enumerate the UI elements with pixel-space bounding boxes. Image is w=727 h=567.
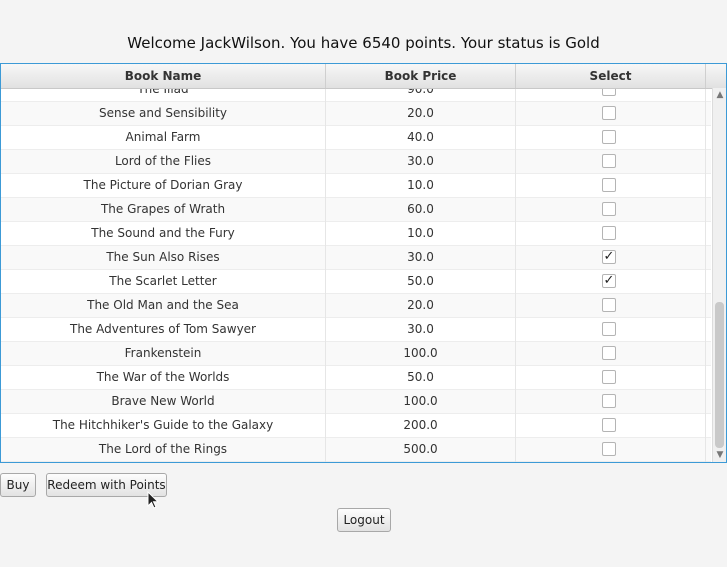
book-name-cell: The Old Man and the Sea — [1, 294, 326, 318]
book-name-cell: The Picture of Dorian Gray — [1, 174, 326, 198]
table-row[interactable]: The Adventures of Tom Sawyer 30.0 — [1, 318, 711, 342]
vertical-scrollbar[interactable]: ▲ ▼ — [712, 88, 726, 462]
select-cell — [516, 222, 706, 246]
select-checkbox[interactable]: ✓ — [602, 250, 616, 264]
select-cell — [516, 438, 706, 462]
select-checkbox[interactable] — [602, 322, 616, 336]
books-table: The Iliad 90.0 Sense and Sensibility 20.0 An… — [0, 63, 727, 463]
book-name-cell: The Adventures of Tom Sawyer — [1, 318, 326, 342]
select-cell — [516, 318, 706, 342]
select-cell — [516, 102, 706, 126]
select-checkbox[interactable] — [602, 346, 616, 360]
table-row[interactable]: The Scarlet Letter 50.0 ✓ — [1, 270, 711, 294]
table-row[interactable]: Lord of the Flies 30.0 — [1, 150, 711, 174]
table-row[interactable]: Brave New World 100.0 — [1, 390, 711, 414]
checkmark-icon: ✓ — [603, 249, 615, 264]
select-cell — [516, 390, 706, 414]
book-price-cell: 20.0 — [326, 294, 516, 318]
book-name-cell: Brave New World — [1, 390, 326, 414]
table-header: Book Name Book Price Select — [1, 64, 726, 89]
book-name-cell: Sense and Sensibility — [1, 102, 326, 126]
column-header-book-name[interactable]: Book Name — [1, 64, 326, 88]
scrollbar-thumb[interactable] — [715, 302, 724, 448]
select-checkbox[interactable]: ✓ — [602, 274, 616, 288]
select-cell — [516, 150, 706, 174]
select-checkbox[interactable] — [602, 226, 616, 240]
select-checkbox[interactable] — [602, 370, 616, 384]
book-price-cell: 10.0 — [326, 174, 516, 198]
select-cell — [516, 294, 706, 318]
book-price-cell: 30.0 — [326, 246, 516, 270]
table-row[interactable]: The War of the Worlds 50.0 — [1, 366, 711, 390]
book-name-cell: The War of the Worlds — [1, 366, 326, 390]
book-price-cell: 60.0 — [326, 198, 516, 222]
table-row[interactable]: Animal Farm 40.0 — [1, 126, 711, 150]
select-checkbox[interactable] — [602, 154, 616, 168]
buy-button[interactable]: Buy — [0, 473, 36, 497]
table-row[interactable]: The Sun Also Rises 30.0 ✓ — [1, 246, 711, 270]
book-name-cell: The Lord of the Rings — [1, 438, 326, 462]
book-name-cell: The Scarlet Letter — [1, 270, 326, 294]
book-price-cell: 100.0 — [326, 342, 516, 366]
select-cell — [516, 342, 706, 366]
select-checkbox[interactable] — [602, 394, 616, 408]
book-name-cell: Frankenstein — [1, 342, 326, 366]
scroll-down-icon[interactable]: ▼ — [713, 448, 726, 462]
book-price-cell: 500.0 — [326, 438, 516, 462]
book-name-cell: Lord of the Flies — [1, 150, 326, 174]
select-cell — [516, 174, 706, 198]
select-cell — [516, 366, 706, 390]
select-cell — [516, 414, 706, 438]
book-name-cell: The Hitchhiker's Guide to the Galaxy — [1, 414, 326, 438]
select-cell — [516, 198, 706, 222]
column-header-book-price[interactable]: Book Price — [326, 64, 516, 88]
book-price-cell: 30.0 — [326, 150, 516, 174]
select-cell — [516, 126, 706, 150]
book-name-cell: The Sound and the Fury — [1, 222, 326, 246]
table-body: The Iliad 90.0 Sense and Sensibility 20.0 An… — [1, 78, 711, 462]
book-name-cell: The Sun Also Rises — [1, 246, 326, 270]
logout-button[interactable]: Logout — [337, 508, 391, 532]
select-checkbox[interactable] — [602, 298, 616, 312]
welcome-message: Welcome JackWilson. You have 6540 points… — [127, 34, 600, 52]
scroll-up-icon[interactable]: ▲ — [713, 88, 726, 102]
book-price-cell: 50.0 — [326, 270, 516, 294]
select-cell: ✓ — [516, 246, 706, 270]
book-name-cell: Animal Farm — [1, 126, 326, 150]
book-price-cell: 30.0 — [326, 318, 516, 342]
redeem-with-points-button[interactable]: Redeem with Points — [46, 473, 167, 497]
select-checkbox[interactable] — [602, 130, 616, 144]
table-row[interactable]: Frankenstein 100.0 — [1, 342, 711, 366]
book-price-cell: 40.0 — [326, 126, 516, 150]
select-checkbox[interactable] — [602, 178, 616, 192]
table-row[interactable]: The Old Man and the Sea 20.0 — [1, 294, 711, 318]
book-name-cell: The Grapes of Wrath — [1, 198, 326, 222]
book-price-cell: 10.0 — [326, 222, 516, 246]
book-price-cell: 100.0 — [326, 390, 516, 414]
select-checkbox[interactable] — [602, 202, 616, 216]
table-row[interactable]: Sense and Sensibility 20.0 — [1, 102, 711, 126]
table-row[interactable]: The Sound and the Fury 10.0 — [1, 222, 711, 246]
column-header-select[interactable]: Select — [516, 64, 706, 88]
select-checkbox[interactable] — [602, 106, 616, 120]
checkmark-icon: ✓ — [603, 273, 615, 288]
select-checkbox[interactable] — [602, 442, 616, 456]
table-row[interactable]: The Hitchhiker's Guide to the Galaxy 200.… — [1, 414, 711, 438]
table-row[interactable]: The Grapes of Wrath 60.0 — [1, 198, 711, 222]
book-price-cell: 50.0 — [326, 366, 516, 390]
table-row[interactable]: The Lord of the Rings 500.0 — [1, 438, 711, 462]
book-price-cell: 20.0 — [326, 102, 516, 126]
book-price-cell: 200.0 — [326, 414, 516, 438]
table-row[interactable]: The Picture of Dorian Gray 10.0 — [1, 174, 711, 198]
select-cell: ✓ — [516, 270, 706, 294]
select-checkbox[interactable] — [602, 418, 616, 432]
